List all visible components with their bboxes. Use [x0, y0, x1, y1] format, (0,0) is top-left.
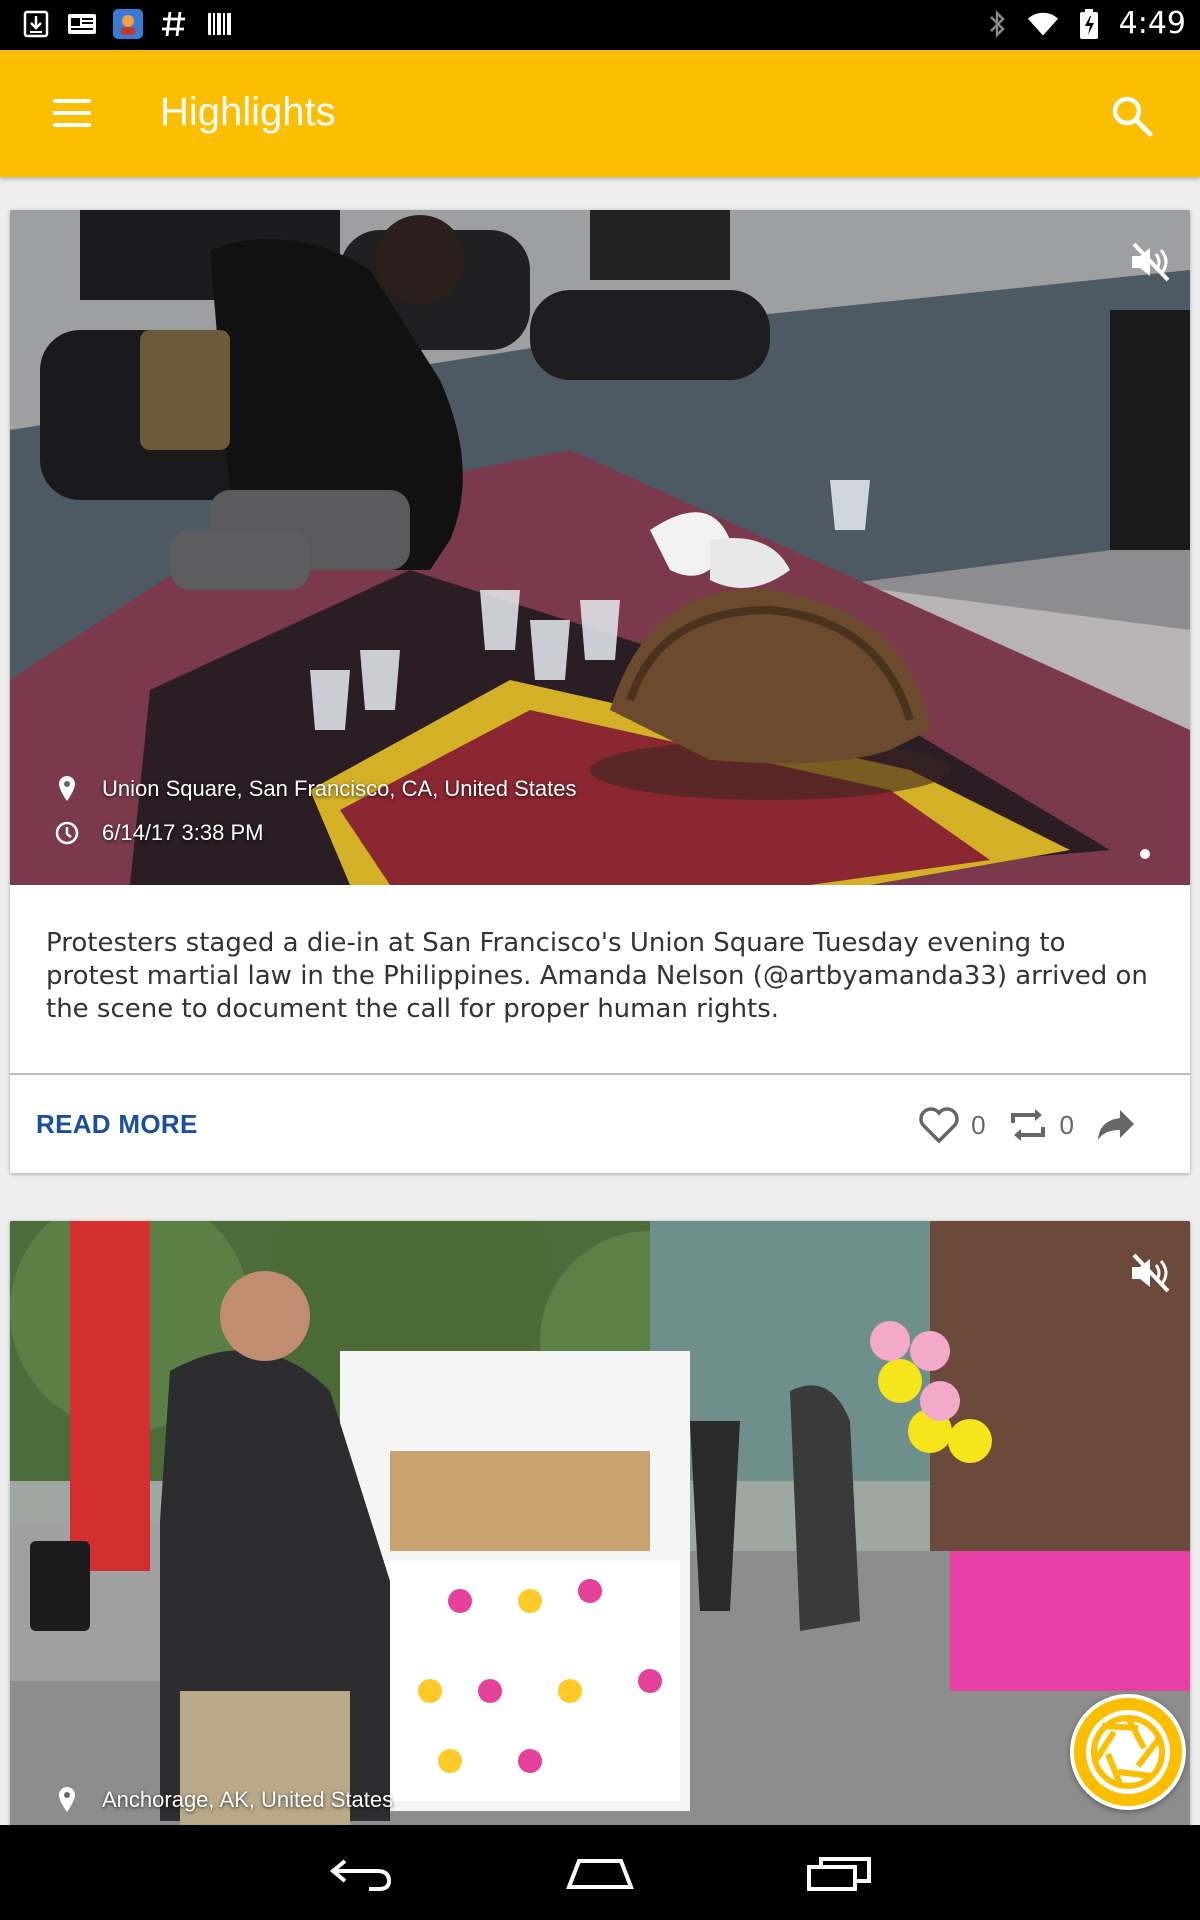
back-icon [329, 1858, 392, 1891]
post-caption: Protesters staged a die-in at San Franci… [46, 928, 1148, 1024]
volume-off-icon [1132, 242, 1170, 282]
camera-shutter-icon [1086, 1710, 1170, 1794]
share-arrow-icon [1098, 1110, 1134, 1140]
news-icon [66, 8, 98, 40]
location-row: Union Square, San Francisco, CA, United … [52, 774, 576, 804]
clock: 4:49 [1118, 6, 1186, 41]
menu-icon [53, 99, 91, 103]
clock-icon [52, 818, 82, 848]
page-indicator-dot [1140, 849, 1150, 859]
recents-button[interactable] [795, 1843, 885, 1903]
barcode-icon [204, 8, 236, 40]
location-text: Anchorage, AK, United States [102, 1787, 394, 1812]
post-media[interactable]: Union Square, San Francisco, CA, United … [10, 210, 1190, 885]
location-pin-icon [52, 774, 82, 804]
timestamp-row: 6/14/17 3:38 PM [52, 818, 263, 848]
post-actions: READ MORE 0 0 [10, 1075, 1190, 1173]
repost-count: 0 [1059, 1109, 1074, 1140]
recents-icon [807, 1856, 871, 1891]
battery-icon [1073, 8, 1105, 40]
menu-button[interactable] [40, 88, 104, 138]
location-text: Union Square, San Francisco, CA, United … [102, 776, 577, 801]
home-icon [566, 1858, 634, 1889]
page-title: Highlights [160, 90, 336, 134]
mute-button[interactable] [1124, 236, 1176, 288]
post-photo [10, 1221, 1190, 1830]
hashtag-icon [158, 8, 190, 40]
location-row: Anchorage, AK, United States [52, 1785, 393, 1815]
location-pin-icon [52, 1785, 82, 1815]
camera-fab[interactable] [1070, 1694, 1186, 1810]
app-bar: Highlights [0, 50, 1200, 177]
home-button[interactable] [555, 1843, 645, 1903]
download-icon [20, 8, 52, 40]
app-icon [112, 8, 144, 40]
like-button[interactable] [915, 1101, 963, 1149]
system-nav-bar [0, 1825, 1200, 1920]
wifi-icon [1027, 8, 1059, 40]
post-card: Anchorage, AK, United States [10, 1221, 1190, 1830]
back-button[interactable] [315, 1843, 405, 1903]
repost-icon [1010, 1109, 1045, 1141]
search-button[interactable] [1104, 88, 1160, 144]
read-more-link[interactable]: READ MORE [36, 1109, 198, 1140]
share-button[interactable] [1092, 1101, 1140, 1149]
like-count: 0 [971, 1109, 986, 1140]
timestamp-text: 6/14/17 3:38 PM [102, 820, 264, 845]
heart-icon [919, 1107, 959, 1144]
volume-off-icon [1132, 1253, 1170, 1293]
bluetooth-icon [981, 8, 1013, 40]
status-bar: 4:49 [0, 0, 1200, 50]
post-media[interactable]: Anchorage, AK, United States [10, 1221, 1190, 1830]
post-card: Union Square, San Francisco, CA, United … [10, 210, 1190, 1173]
mute-button[interactable] [1124, 1247, 1176, 1299]
repost-button[interactable] [1004, 1101, 1052, 1149]
search-icon [1112, 96, 1153, 137]
